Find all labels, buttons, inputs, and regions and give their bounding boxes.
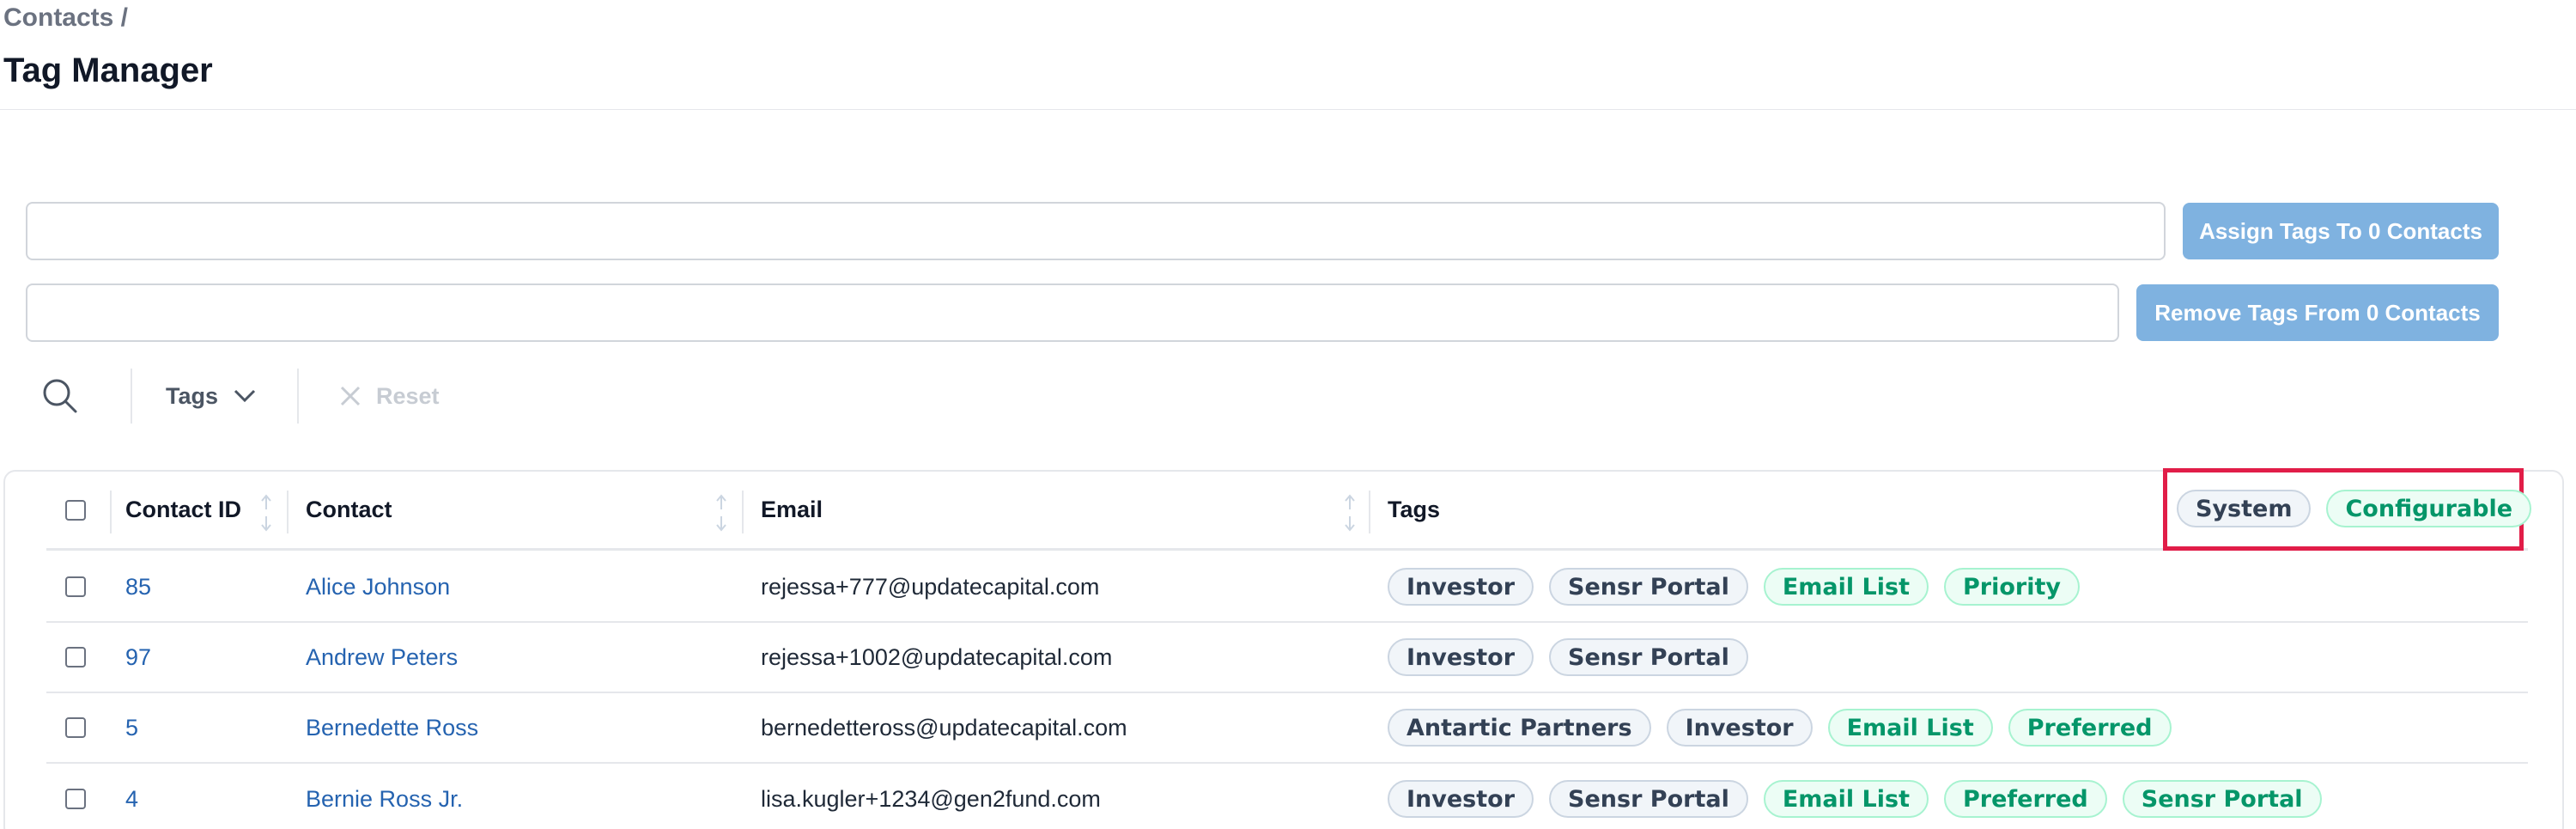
- tag-list: Investor Sensr Portal Email List Priorit…: [1388, 552, 2095, 621]
- contact-email: bernedetteross@updatecapital.com: [761, 714, 1127, 741]
- table-row[interactable]: 85 Alice Johnson rejessa+777@updatecapit…: [46, 552, 2528, 623]
- column-header-contact[interactable]: Contact: [306, 472, 392, 548]
- system-legend-tag: System: [2177, 490, 2312, 527]
- row-checkbox[interactable]: [65, 647, 86, 667]
- contact-name-link[interactable]: Bernie Ross Jr.: [306, 764, 463, 829]
- chevron-down-icon: [234, 389, 256, 403]
- row-checkbox[interactable]: [65, 576, 86, 597]
- close-icon: [340, 386, 361, 406]
- column-header-email[interactable]: Email: [761, 472, 823, 548]
- contact-id-link[interactable]: 97: [125, 623, 151, 692]
- row-select-cell: [65, 623, 86, 692]
- row-checkbox[interactable]: [65, 789, 86, 809]
- system-tag: Investor: [1388, 638, 1534, 676]
- contact-id-link[interactable]: 5: [125, 693, 138, 762]
- assign-tags-field[interactable]: [26, 202, 2166, 260]
- system-tag: Sensr Portal: [1549, 780, 1748, 818]
- assign-tags-input[interactable]: [27, 204, 2164, 259]
- configurable-tag: Preferred: [1944, 780, 2107, 818]
- column-header-contact-id[interactable]: Contact ID: [125, 472, 241, 548]
- system-tag: Investor: [1666, 709, 1813, 747]
- contact-id-link[interactable]: 85: [125, 552, 151, 621]
- reset-button[interactable]: Reset: [340, 377, 440, 415]
- page-header: Contacts / Tag Manager: [0, 0, 2576, 110]
- row-checkbox[interactable]: [65, 717, 86, 738]
- sort-icon[interactable]: [714, 494, 728, 532]
- tag-list: Investor Sensr Portal Email List Preferr…: [1388, 764, 2337, 829]
- system-tag: Investor: [1388, 780, 1534, 818]
- table-row[interactable]: 5 Bernedette Ross bernedetteross@updatec…: [46, 693, 2528, 764]
- table-row[interactable]: 97 Andrew Peters rejessa+1002@updatecapi…: [46, 623, 2528, 693]
- select-all-checkbox[interactable]: [65, 499, 86, 521]
- system-tag: Investor: [1388, 568, 1534, 606]
- filter-bar: Tags Reset: [26, 365, 541, 425]
- filter-divider: [131, 369, 132, 424]
- column-header-tags: Tags: [1388, 497, 1441, 522]
- remove-tags-input[interactable]: [27, 285, 2117, 340]
- remove-tags-button[interactable]: Remove Tags From 0 Contacts: [2136, 284, 2499, 341]
- table-row[interactable]: 4 Bernie Ross Jr. lisa.kugler+1234@gen2f…: [46, 764, 2528, 829]
- tags-filter-label: Tags: [166, 382, 219, 409]
- tag-list: Investor Sensr Portal: [1388, 623, 1764, 692]
- configurable-tag: Email List: [1763, 780, 1929, 818]
- row-select-cell: [65, 552, 86, 621]
- configurable-tag: Email List: [1827, 709, 1993, 747]
- row-select-cell: [65, 693, 86, 762]
- tag-legend: System Configurable: [2177, 490, 2547, 527]
- assign-tags-button[interactable]: Assign Tags To 0 Contacts: [2183, 203, 2499, 259]
- search-icon[interactable]: [41, 377, 79, 415]
- configurable-tag: Email List: [1763, 568, 1929, 606]
- select-all-cell: [65, 472, 86, 548]
- table-header-row: Contact ID Contact Email Tags: [46, 472, 2528, 551]
- configurable-tag: Sensr Portal: [2122, 780, 2322, 818]
- configurable-tag: Priority: [1944, 568, 2080, 606]
- row-select-cell: [65, 764, 86, 829]
- contact-name-link[interactable]: Bernedette Ross: [306, 693, 478, 762]
- breadcrumb[interactable]: Contacts /: [3, 3, 128, 33]
- system-tag: Antartic Partners: [1388, 709, 1651, 747]
- page-title: Tag Manager: [3, 52, 213, 89]
- column-divider: [742, 491, 744, 533]
- contact-email: rejessa+777@updatecapital.com: [761, 573, 1100, 600]
- filter-divider: [297, 369, 299, 424]
- tag-list: Antartic Partners Investor Email List Pr…: [1388, 693, 2187, 762]
- sort-icon[interactable]: [259, 494, 273, 532]
- configurable-legend-tag: Configurable: [2326, 490, 2532, 527]
- sort-icon[interactable]: [1343, 494, 1357, 532]
- contact-name-link[interactable]: Andrew Peters: [306, 623, 458, 692]
- contact-email: rejessa+1002@updatecapital.com: [761, 643, 1113, 670]
- contact-name-link[interactable]: Alice Johnson: [306, 552, 450, 621]
- system-tag: Sensr Portal: [1549, 638, 1748, 676]
- column-divider: [110, 491, 112, 533]
- configurable-tag: Preferred: [2008, 709, 2172, 747]
- contact-id-link[interactable]: 4: [125, 764, 138, 829]
- system-tag: Sensr Portal: [1549, 568, 1748, 606]
- remove-tags-field[interactable]: [26, 283, 2119, 342]
- column-divider: [287, 491, 289, 533]
- column-divider: [1369, 491, 1370, 533]
- tags-filter-dropdown[interactable]: Tags: [166, 377, 256, 415]
- reset-label: Reset: [376, 382, 440, 409]
- contact-email: lisa.kugler+1234@gen2fund.com: [761, 785, 1101, 812]
